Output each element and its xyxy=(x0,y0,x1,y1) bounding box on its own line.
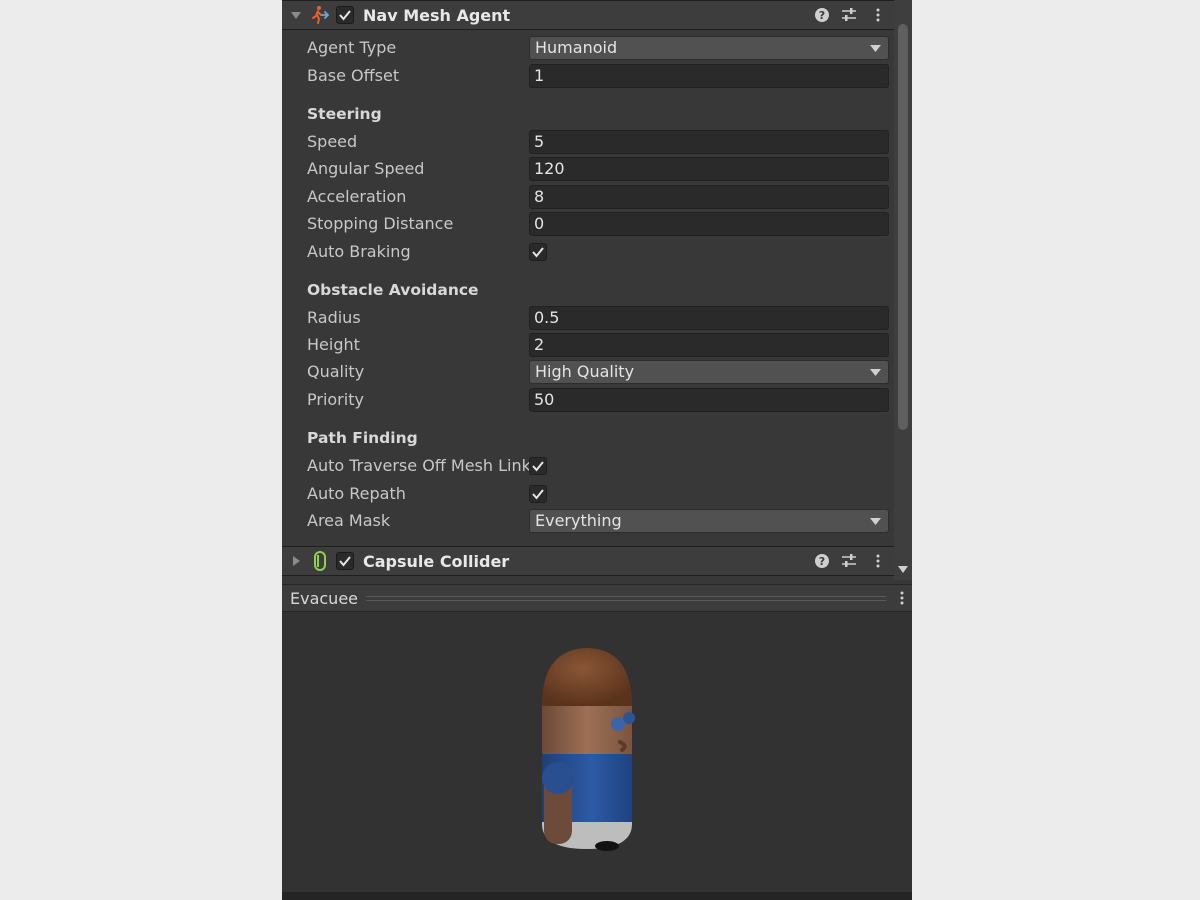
presets-icon[interactable] xyxy=(841,553,857,569)
capsule-collider-title: Capsule Collider xyxy=(363,552,510,571)
angular-speed-row: Angular Speed 120 xyxy=(307,156,889,181)
drag-grip-line[interactable] xyxy=(366,596,886,597)
priority-label: Priority xyxy=(307,390,364,409)
preview-title: Evacuee xyxy=(290,589,359,608)
radius-field[interactable]: 0.5 xyxy=(529,306,889,330)
quality-value: High Quality xyxy=(535,362,635,381)
quality-row: Quality High Quality xyxy=(307,359,889,384)
speed-label: Speed xyxy=(307,132,358,151)
preview-menu-icon[interactable] xyxy=(896,590,908,606)
auto-traverse-checkbox[interactable] xyxy=(529,457,547,475)
foldout-open-icon[interactable] xyxy=(290,9,302,21)
stopping-distance-field[interactable]: 0 xyxy=(529,212,889,236)
component-menu-icon[interactable] xyxy=(870,7,886,23)
auto-repath-checkbox[interactable] xyxy=(529,485,547,503)
quality-dropdown[interactable]: High Quality xyxy=(529,360,889,384)
model-preview-viewport[interactable] xyxy=(282,612,912,892)
acceleration-label: Acceleration xyxy=(307,187,407,206)
stopping-distance-row: Stopping Distance 0 xyxy=(307,211,889,236)
checkmark-icon xyxy=(532,247,544,258)
help-icon[interactable]: ? xyxy=(814,553,830,569)
base-offset-row: Base Offset 1 xyxy=(307,63,889,88)
speed-row: Speed 5 xyxy=(307,129,889,154)
height-row: Height 2 xyxy=(307,332,889,357)
area-mask-dropdown[interactable]: Everything xyxy=(529,509,889,533)
auto-traverse-row: Auto Traverse Off Mesh Link xyxy=(307,453,889,478)
radius-row: Radius 0.5 xyxy=(307,305,889,330)
component-menu-icon[interactable] xyxy=(870,553,886,569)
auto-repath-label: Auto Repath xyxy=(307,484,406,503)
checkmark-icon xyxy=(339,10,351,21)
area-mask-row: Area Mask Everything xyxy=(307,508,889,533)
auto-braking-checkbox[interactable] xyxy=(529,243,547,261)
base-offset-label: Base Offset xyxy=(307,66,400,85)
acceleration-field[interactable]: 8 xyxy=(529,185,889,209)
agent-type-label: Agent Type xyxy=(307,38,397,57)
base-offset-field[interactable]: 1 xyxy=(529,64,889,88)
scroll-down-arrow-icon[interactable] xyxy=(898,566,908,573)
checkmark-icon xyxy=(339,556,351,567)
quality-label: Quality xyxy=(307,362,365,381)
capsule-collider-icon xyxy=(314,551,326,571)
nav-mesh-agent-icon xyxy=(312,6,330,24)
auto-braking-label: Auto Braking xyxy=(307,242,411,261)
svg-text:?: ? xyxy=(819,555,825,568)
preview-header[interactable]: Evacuee xyxy=(282,584,912,612)
priority-field[interactable]: 50 xyxy=(529,388,889,412)
capsule-collider-enabled-checkbox[interactable] xyxy=(336,552,354,570)
foldout-closed-icon[interactable] xyxy=(290,555,302,567)
inspector-scrollbar[interactable] xyxy=(894,0,912,580)
agent-type-dropdown[interactable]: Humanoid xyxy=(529,36,889,60)
checkmark-icon xyxy=(532,489,544,500)
scrollbar-thumb[interactable] xyxy=(898,24,908,430)
auto-repath-row: Auto Repath xyxy=(307,481,889,506)
chevron-down-icon xyxy=(870,45,881,52)
nav-mesh-agent-header[interactable]: Nav Mesh Agent ? xyxy=(282,0,894,30)
path-finding-section-title: Path Finding xyxy=(307,429,418,447)
area-mask-value: Everything xyxy=(535,511,622,530)
priority-row: Priority 50 xyxy=(307,387,889,412)
speed-field[interactable]: 5 xyxy=(529,130,889,154)
auto-traverse-label: Auto Traverse Off Mesh Link xyxy=(307,456,531,475)
height-label: Height xyxy=(307,335,360,354)
inspector-panel: Nav Mesh Agent ? Agent Type Humanoid Bas… xyxy=(282,0,912,900)
help-icon[interactable]: ? xyxy=(814,7,830,23)
auto-braking-row: Auto Braking xyxy=(307,239,889,264)
angular-speed-label: Angular Speed xyxy=(307,159,425,178)
preview-bottom-border xyxy=(282,892,912,900)
stopping-distance-label: Stopping Distance xyxy=(307,214,454,233)
nav-mesh-agent-enabled-checkbox[interactable] xyxy=(336,6,354,24)
nav-mesh-agent-title: Nav Mesh Agent xyxy=(363,6,511,25)
drag-grip-line[interactable] xyxy=(366,600,886,601)
height-field[interactable]: 2 xyxy=(529,333,889,357)
radius-label: Radius xyxy=(307,308,361,327)
evacuee-character-model xyxy=(542,648,635,851)
obstacle-avoidance-section-title: Obstacle Avoidance xyxy=(307,281,479,299)
angular-speed-field[interactable]: 120 xyxy=(529,157,889,181)
capsule-collider-header[interactable]: Capsule Collider ? xyxy=(282,546,894,576)
agent-type-value: Humanoid xyxy=(535,38,618,57)
chevron-down-icon xyxy=(870,518,881,525)
checkmark-icon xyxy=(532,461,544,472)
svg-text:?: ? xyxy=(819,9,825,22)
acceleration-row: Acceleration 8 xyxy=(307,184,889,209)
area-mask-label: Area Mask xyxy=(307,511,391,530)
agent-type-row: Agent Type Humanoid xyxy=(307,35,889,60)
chevron-down-icon xyxy=(870,369,881,376)
steering-section-title: Steering xyxy=(307,105,382,123)
presets-icon[interactable] xyxy=(841,7,857,23)
